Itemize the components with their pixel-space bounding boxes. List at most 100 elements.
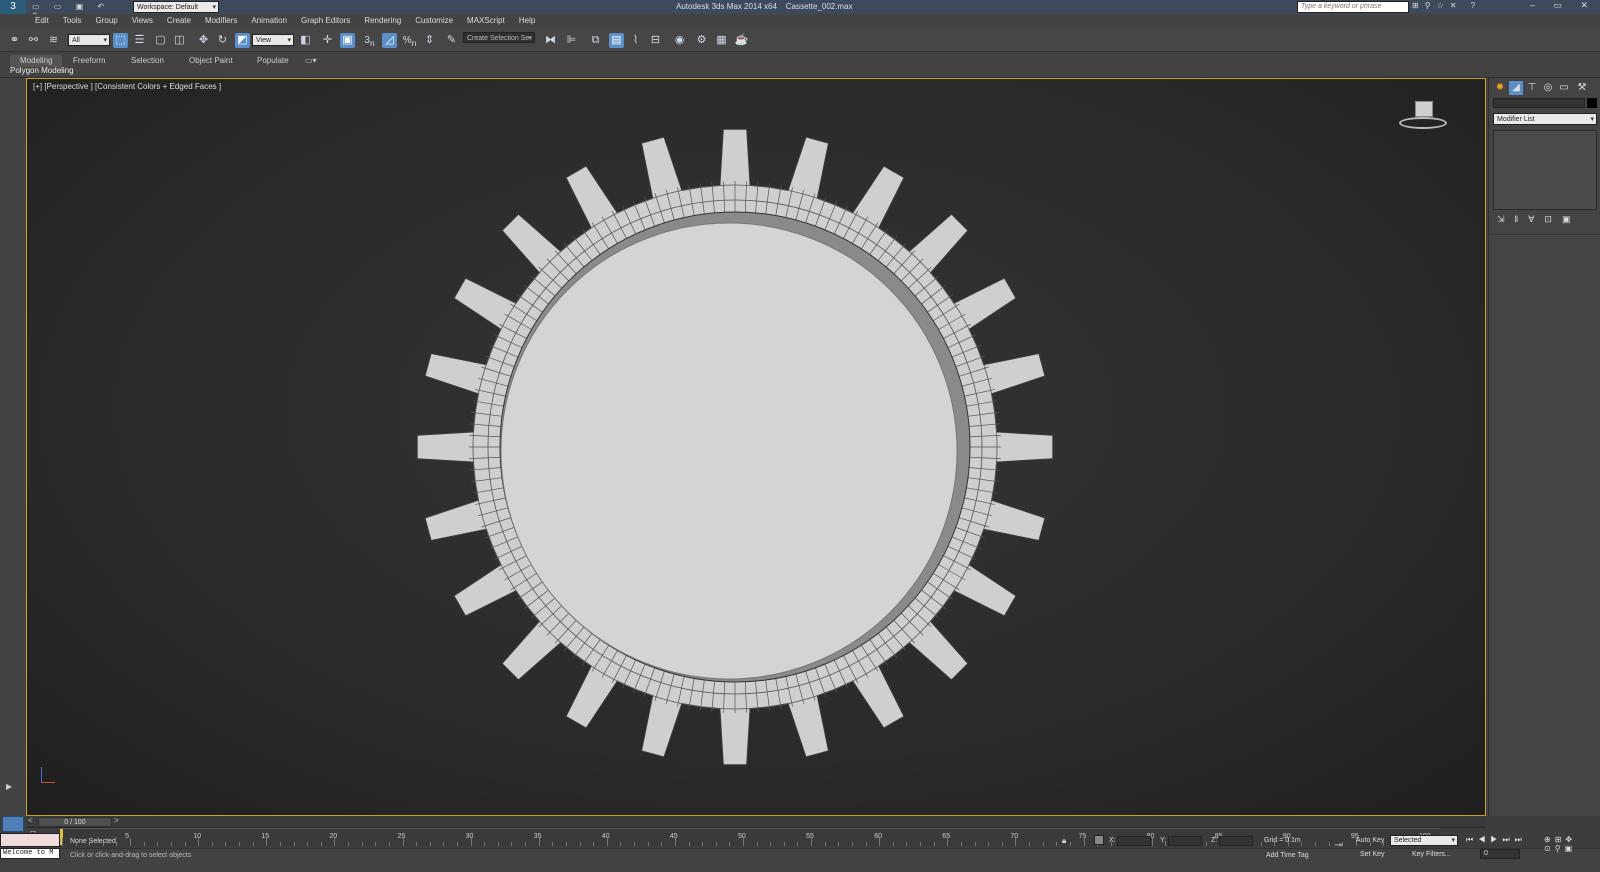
graphite-toggle-icon[interactable]: ▤: [609, 33, 624, 48]
keyboard-shortcut-icon[interactable]: ▣: [340, 33, 355, 48]
menu-graph-editors[interactable]: Graph Editors: [294, 14, 357, 28]
select-by-name-icon[interactable]: ☰: [132, 33, 147, 48]
selection-filter-dropdown[interactable]: All: [68, 34, 110, 47]
current-frame-field[interactable]: 0: [1480, 849, 1520, 859]
gear-model[interactable]: [27, 79, 1485, 815]
schematic-view-icon[interactable]: ⊟: [648, 33, 663, 48]
render-setup-icon[interactable]: ⚙: [694, 33, 709, 48]
link-icon[interactable]: ⚭: [7, 33, 22, 48]
axis-tripod-icon: [37, 765, 61, 789]
percent-snap-icon[interactable]: %n: [402, 33, 417, 48]
material-editor-icon[interactable]: ◉: [672, 33, 687, 48]
tab-object-paint[interactable]: Object Paint: [189, 55, 233, 67]
motion-tab-icon[interactable]: ◎: [1541, 81, 1555, 95]
curve-editor-icon[interactable]: ⌇: [628, 33, 643, 48]
menu-tools[interactable]: Tools: [56, 14, 89, 28]
timeline-tick: [388, 842, 390, 846]
reference-coordinate-dropdown[interactable]: View: [252, 34, 294, 47]
tab-populate[interactable]: Populate: [257, 55, 289, 67]
viewport-nav-icons[interactable]: ⊕⊞✥ ⊙⚲▣: [1544, 835, 1600, 853]
menu-create[interactable]: Create: [160, 14, 198, 28]
panel-polygon-modeling[interactable]: Polygon Modeling: [10, 66, 74, 75]
menu-rendering[interactable]: Rendering: [357, 14, 408, 28]
move-icon[interactable]: ✥: [196, 33, 211, 48]
key-icon[interactable]: ⊸: [1334, 840, 1342, 851]
menu-modifiers[interactable]: Modifiers: [198, 14, 244, 28]
perspective-viewport[interactable]: [+] [Perspective ] [Consistent Colors + …: [26, 78, 1486, 816]
modify-tab-icon[interactable]: ◢: [1509, 81, 1523, 95]
manipulate-icon[interactable]: ✛: [320, 33, 335, 48]
auto-key-button[interactable]: Auto Key: [1356, 837, 1384, 844]
mini-curve-button[interactable]: [2, 816, 24, 832]
tab-freeform[interactable]: Freeform: [73, 55, 105, 67]
infocenter-icons[interactable]: ⊞⚲☆✕ ?: [1412, 1, 1481, 10]
modifier-stack[interactable]: [1493, 130, 1597, 210]
workspace-dropdown[interactable]: Workspace: Default: [133, 1, 219, 14]
viewcube-icon[interactable]: [1399, 101, 1447, 131]
pivot-icon[interactable]: ◧: [298, 33, 313, 48]
x-coordinate-field[interactable]: [1117, 836, 1151, 846]
menu-help[interactable]: Help: [512, 14, 542, 28]
menu-maxscript[interactable]: MAXScript: [460, 14, 512, 28]
rectangular-region-icon[interactable]: ▢: [153, 33, 168, 48]
layer-manager-icon[interactable]: ⧉: [588, 33, 603, 48]
slider-next-icon[interactable]: >: [114, 816, 119, 825]
menu-edit[interactable]: Edit: [28, 14, 56, 28]
time-slider-handle[interactable]: 0 / 100: [38, 817, 112, 827]
y-coordinate-field[interactable]: [1168, 836, 1202, 846]
bind-spacewarp-icon[interactable]: ≋: [46, 33, 61, 48]
timeline-tick: [116, 842, 118, 846]
spinner-snap-icon[interactable]: ⇕: [422, 33, 437, 48]
align-icon[interactable]: ⊫: [564, 33, 579, 48]
object-name-field[interactable]: [1493, 98, 1585, 108]
ribbon-options-icon[interactable]: ▭▾: [305, 55, 317, 67]
timeline-tick: [552, 842, 554, 846]
create-tab-icon[interactable]: ✹: [1493, 81, 1507, 95]
select-object-icon[interactable]: ⬚: [113, 33, 128, 48]
expand-arrow-icon[interactable]: ▶: [6, 782, 18, 794]
maxscript-mini-listener[interactable]: Welcome to M: [0, 848, 60, 859]
help-search-input[interactable]: Type a keyword or phrase: [1297, 1, 1409, 13]
hierarchy-tab-icon[interactable]: ⊤: [1525, 81, 1539, 95]
edit-named-selection-icon[interactable]: ✎: [444, 33, 459, 48]
lock-selection-icon[interactable]: 🔒︎: [1062, 836, 1066, 846]
menu-customize[interactable]: Customize: [408, 14, 460, 28]
time-slider[interactable]: 0 / 100 < >: [26, 816, 1486, 828]
named-selection-dropdown[interactable]: Create Selection Se: [463, 32, 535, 45]
rendered-frame-icon[interactable]: ▦: [714, 33, 729, 48]
object-color-swatch[interactable]: [1587, 98, 1597, 108]
angle-snap-icon[interactable]: ◿: [382, 33, 397, 48]
tab-selection[interactable]: Selection: [131, 55, 164, 67]
rotate-icon[interactable]: ↻: [215, 33, 230, 48]
timeline-tick: [62, 838, 63, 846]
app-logo[interactable]: 3: [0, 0, 26, 14]
add-time-tag[interactable]: Add Time Tag: [1266, 852, 1309, 859]
menu-group[interactable]: Group: [88, 14, 124, 28]
maxscript-listener[interactable]: [0, 833, 60, 847]
render-production-icon[interactable]: ☕: [734, 33, 749, 48]
stack-tools-icons[interactable]: ⇲‖∀⊡▣: [1497, 214, 1580, 225]
display-tab-icon[interactable]: ▭: [1557, 81, 1571, 95]
key-mode-dropdown[interactable]: Selected: [1390, 835, 1458, 846]
menu-views[interactable]: Views: [125, 14, 160, 28]
modifier-list-dropdown[interactable]: Modifier List: [1493, 113, 1597, 126]
key-filters-button[interactable]: Key Filters...: [1412, 851, 1451, 858]
prompt-line: Click or click-and-drag to select object…: [70, 852, 192, 859]
quick-access-icons[interactable]: ▭ ▭ ▣ ↶ ↷ ▭: [32, 2, 127, 20]
scale-icon[interactable]: ◩: [235, 33, 250, 48]
window-crossing-icon[interactable]: ◫: [172, 33, 187, 48]
menu-animation[interactable]: Animation: [244, 14, 294, 28]
mirror-icon[interactable]: ⧓: [543, 33, 558, 48]
snap-toggle-icon[interactable]: 3n: [362, 33, 377, 48]
set-key-button[interactable]: Set Key: [1360, 851, 1385, 858]
absolute-mode-icon[interactable]: [1094, 835, 1104, 845]
utilities-tab-icon[interactable]: ⚒: [1575, 81, 1589, 95]
timeline-tick: [293, 842, 295, 846]
unlink-icon[interactable]: ⚯: [26, 33, 41, 48]
gear-center-face[interactable]: [500, 222, 958, 680]
playback-controls[interactable]: ⏮◀▶⏭⏭: [1466, 835, 1527, 845]
window-controls[interactable]: – ▭ ✕: [1530, 0, 1596, 11]
app-title: Autodesk 3ds Max 2014 x64 Cassette_002.m…: [676, 2, 853, 11]
z-coordinate-field[interactable]: [1219, 836, 1253, 846]
slider-prev-icon[interactable]: <: [28, 816, 33, 825]
